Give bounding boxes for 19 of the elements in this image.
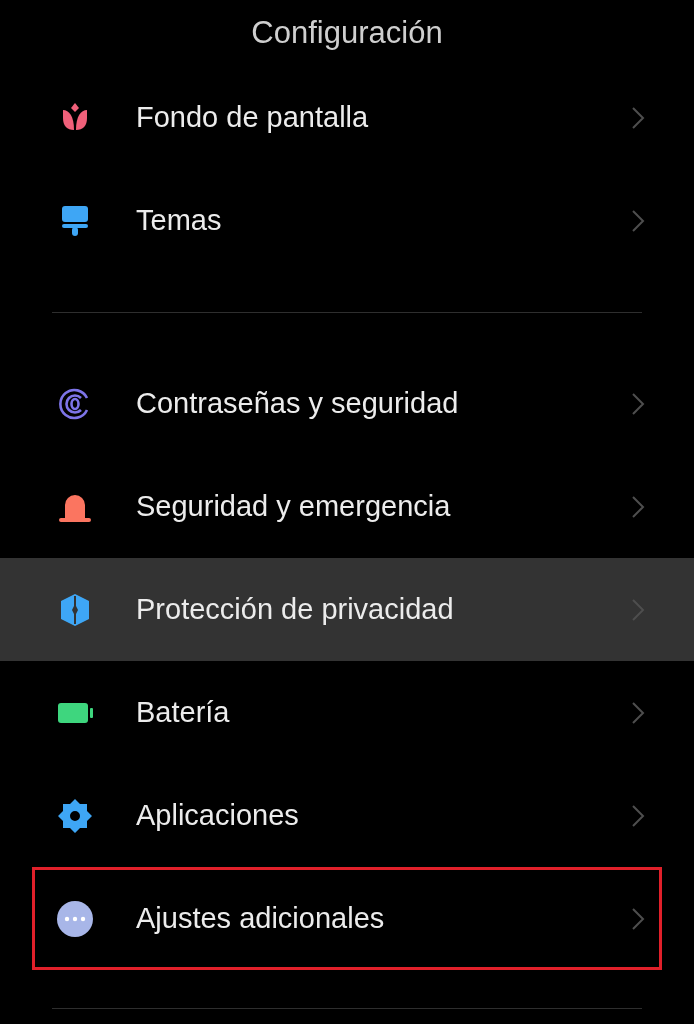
chevron-icon xyxy=(631,597,645,622)
chevron-icon xyxy=(631,700,645,725)
row-label: Protección de privacidad xyxy=(136,591,455,627)
chevron-icon xyxy=(631,803,645,828)
chevron-icon xyxy=(631,208,645,233)
row-label: Aplicaciones xyxy=(136,797,300,833)
more-icon xyxy=(55,898,95,939)
settings-row[interactable]: Protección de privacidad xyxy=(0,558,694,661)
chevron-icon xyxy=(631,391,645,416)
row-label: Ajustes adicionales xyxy=(136,900,386,936)
page-title: Configuración xyxy=(251,13,443,52)
row-label: Temas xyxy=(136,202,223,238)
row-label: Contraseñas y seguridad xyxy=(136,385,460,421)
row-label: Batería xyxy=(136,694,231,730)
row-label: Seguridad y emergencia xyxy=(136,488,452,524)
chevron-icon xyxy=(631,906,645,931)
row-label: Fondo de pantalla xyxy=(136,99,370,135)
chevron-icon xyxy=(631,494,645,519)
chevron-icon xyxy=(631,105,645,130)
